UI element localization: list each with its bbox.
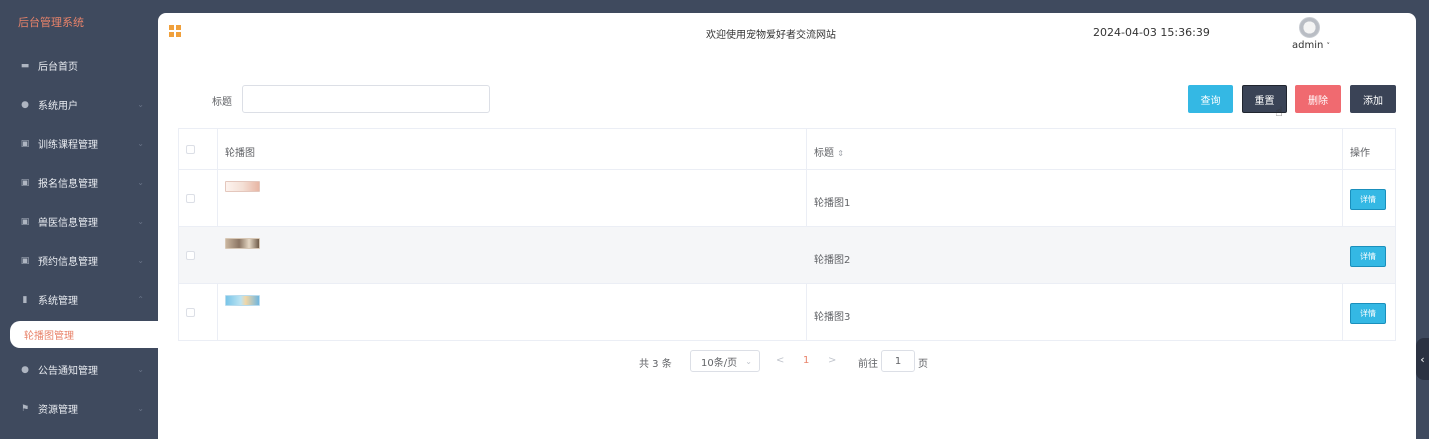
page-size-select[interactable]: 10条/页 ⌄ — [690, 350, 760, 372]
chevron-down-icon: ⌄ — [137, 100, 144, 109]
page-size-value: 10条/页 — [701, 357, 738, 369]
chevron-down-icon: ⌄ — [745, 356, 752, 366]
sidebar-item-resources[interactable]: ⚑ 资源管理 ⌄ — [0, 389, 158, 428]
table-header: 轮播图 标题 ⇕ 操作 — [179, 129, 1395, 170]
table-row: 轮播图1 详情 — [179, 170, 1395, 227]
sort-icon[interactable]: ⇕ — [837, 149, 844, 158]
main-panel: 欢迎使用宠物爱好者交流网站 2024-04-03 15:36:39 admin … — [158, 13, 1416, 439]
datetime: 2024-04-03 15:36:39 — [1093, 26, 1210, 39]
column-header-action: 操作 — [1350, 148, 1370, 159]
user-menu[interactable]: admin ˅ — [1292, 40, 1330, 51]
table-row: 轮播图3 详情 — [179, 284, 1395, 340]
row-title: 轮播图2 — [814, 255, 851, 266]
chevron-down-icon: ⌄ — [137, 139, 144, 148]
sidebar-item-label: 预约信息管理 — [38, 257, 98, 268]
grid-icon: ▣ — [20, 216, 30, 227]
sidebar-item-label: 资源管理 — [38, 405, 78, 416]
collapse-panel-button[interactable]: ‹ — [1416, 338, 1429, 380]
sidebar-title: 后台管理系统 — [18, 16, 84, 29]
column-header-title-label: 标题 — [814, 148, 834, 159]
carousel-thumbnail — [225, 238, 260, 249]
detail-button[interactable]: 详情 — [1350, 246, 1386, 267]
pagination-total: 共 3 条 — [639, 359, 672, 370]
chevron-up-icon: ⌃ — [137, 295, 144, 304]
column-header-title[interactable]: 标题 ⇕ — [814, 144, 844, 159]
query-button[interactable]: 查询 — [1188, 85, 1233, 113]
sidebar-item-appointments[interactable]: ▣ 预约信息管理 ⌄ — [0, 241, 158, 280]
chevron-down-icon: ⌄ — [137, 404, 144, 413]
hand-cursor-icon: ☝ — [1275, 105, 1283, 120]
sidebar-item-home[interactable]: ▬ 后台首页 — [0, 46, 158, 85]
welcome-text: 欢迎使用宠物爱好者交流网站 — [706, 30, 836, 41]
grid-icon: ▣ — [20, 255, 30, 266]
chevron-down-icon: ⌄ — [137, 256, 144, 265]
sidebar-item-notices[interactable]: ● 公告通知管理 ⌄ — [0, 350, 158, 389]
chevron-down-icon: ⌄ — [137, 217, 144, 226]
add-button[interactable]: 添加 — [1350, 85, 1396, 113]
title-filter-label: 标题 — [212, 97, 232, 108]
info-icon: ● — [21, 364, 29, 375]
prev-page-button[interactable]: < — [776, 355, 784, 366]
sidebar-item-registrations[interactable]: ▣ 报名信息管理 ⌄ — [0, 163, 158, 202]
table-row: 轮播图2 详情 — [179, 227, 1395, 284]
goto-page-input[interactable]: 1 — [881, 350, 915, 372]
flag-icon: ⚑ — [20, 403, 30, 414]
sidebar-item-label: 兽医信息管理 — [38, 218, 98, 229]
user-icon: ● — [21, 99, 29, 110]
goto-label: 前往 — [858, 359, 878, 370]
menu-toggle-icon[interactable] — [169, 25, 181, 37]
sidebar-item-system-management[interactable]: ▮ 系统管理 ⌃ — [0, 280, 158, 319]
bar-chart-icon: ▮ — [22, 294, 28, 305]
grid-icon: ▣ — [20, 177, 30, 188]
sidebar-item-label: 后台首页 — [38, 62, 78, 73]
sidebar: 后台管理系统 ▬ 后台首页 ● 系统用户 ⌄ ▣ 训练课程管理 ⌄ ▣ 报名信息… — [0, 0, 158, 439]
page-suffix: 页 — [918, 359, 928, 370]
chevron-left-icon: ‹ — [1420, 352, 1425, 366]
sidebar-item-label: 系统管理 — [38, 296, 78, 307]
detail-button[interactable]: 详情 — [1350, 189, 1386, 210]
page-number-current[interactable]: 1 — [803, 355, 809, 366]
chevron-down-icon: ˅ — [1326, 42, 1331, 50]
sidebar-item-training-courses[interactable]: ▣ 训练课程管理 ⌄ — [0, 124, 158, 163]
sidebar-item-system-users[interactable]: ● 系统用户 ⌄ — [0, 85, 158, 124]
sidebar-subitem-carousel[interactable]: 轮播图管理 — [10, 321, 158, 348]
sidebar-item-label: 公告通知管理 — [38, 366, 98, 377]
monitor-icon: ▬ — [20, 60, 30, 71]
row-title: 轮播图3 — [814, 312, 851, 323]
avatar[interactable] — [1299, 17, 1320, 38]
chevron-down-icon: ⌄ — [137, 365, 144, 374]
row-title: 轮播图1 — [814, 198, 851, 209]
sidebar-item-vets[interactable]: ▣ 兽医信息管理 ⌄ — [0, 202, 158, 241]
sidebar-item-label: 训练课程管理 — [38, 140, 98, 151]
select-all-checkbox[interactable] — [186, 145, 195, 154]
title-search-input[interactable] — [242, 85, 490, 113]
delete-button[interactable]: 删除 — [1295, 85, 1341, 113]
grid-icon: ▣ — [20, 138, 30, 149]
username: admin — [1292, 40, 1324, 51]
carousel-thumbnail — [225, 181, 260, 192]
row-checkbox[interactable] — [186, 308, 195, 317]
carousel-thumbnail — [225, 295, 260, 306]
chevron-down-icon: ⌄ — [137, 178, 144, 187]
row-checkbox[interactable] — [186, 251, 195, 260]
row-checkbox[interactable] — [186, 194, 195, 203]
top-strip — [158, 0, 1429, 13]
next-page-button[interactable]: > — [828, 355, 836, 366]
sidebar-item-label: 系统用户 — [38, 101, 78, 112]
column-header-image: 轮播图 — [225, 148, 255, 159]
detail-button[interactable]: 详情 — [1350, 303, 1386, 324]
carousel-table: 轮播图 标题 ⇕ 操作 轮播图1 详情 轮播图2 详情 轮播图3 详情 — [178, 128, 1396, 341]
sidebar-item-label: 报名信息管理 — [38, 179, 98, 190]
